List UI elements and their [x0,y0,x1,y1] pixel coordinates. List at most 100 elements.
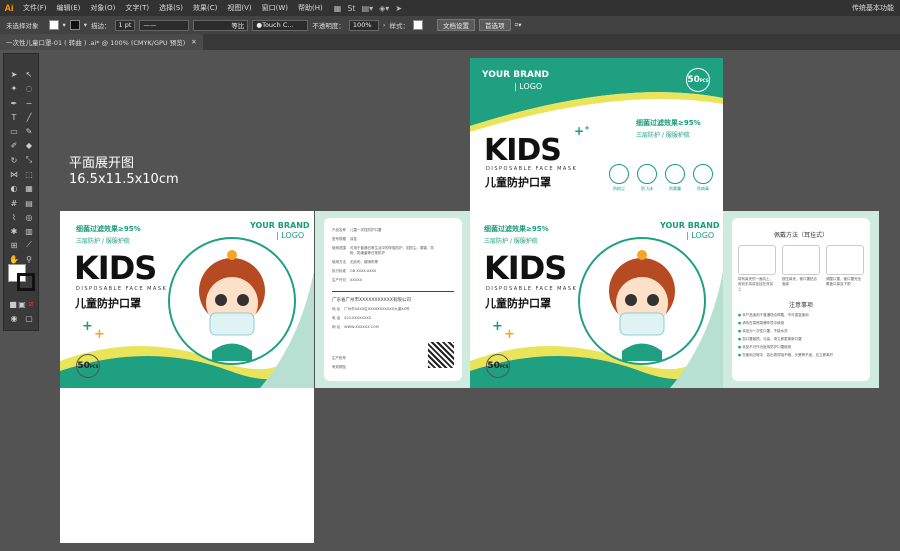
eraser-icon[interactable]: ◆ [23,139,35,151]
front-panel-right[interactable]: 细菌过滤效果≥95% 三层防护 / 服服护航 YOUR BRAND | LOGO… [470,211,723,388]
doc-setup-button[interactable]: 文档设置 [437,19,476,31]
mesh-tool-icon[interactable]: # [8,197,20,209]
bullet-icon: ● [738,321,742,325]
brush-select[interactable]: ● Touch C... [252,19,309,31]
draw-mode-icon[interactable]: ◉ [8,312,20,324]
arrange-icon[interactable]: ▤▾ [362,4,374,13]
feature-label: 防病毒 [697,186,709,191]
arrange-documents-icon[interactable]: ⌗▾ [515,21,522,30]
contact-value: WWW.XXXXXX.COM [344,325,379,329]
subtitle-cn: 儿童防护口罩 [485,176,551,189]
magic-wand-icon[interactable]: ✦ [8,82,20,94]
send-icon[interactable]: ➤ [395,4,402,13]
count-badge: 50 PCS [76,354,100,378]
paintbrush-icon[interactable]: ✎ [23,125,35,137]
menu-edit[interactable]: 编辑(E) [52,3,86,13]
step-illustration-icon [738,245,776,275]
fill-swatch[interactable] [48,20,59,30]
gpu-icon[interactable]: ◈▾ [379,4,389,13]
preferences-button[interactable]: 首选项 [479,19,511,31]
plus-icon: + [82,319,93,334]
feature-icons: 防粉尘 防飞沫 防雾霾 防病毒 [608,164,714,192]
control-bar: 未选择对象 ▾ ▾ 描边： 1 pt —— 等比 ● Touch C... 不透… [0,16,900,34]
variable-width-profile[interactable]: —— [139,19,190,31]
scale-tool-icon[interactable]: ⤡ [23,154,35,166]
feature-item: 防病毒 [692,164,714,192]
menu-help[interactable]: 帮助(H) [293,3,328,13]
stock-icon[interactable]: St [347,4,355,13]
info-key: 型号规格 [332,237,346,241]
opacity-label: 不透明度： [312,22,345,30]
brand-logo-text: | LOGO [686,231,715,240]
workspace-switcher[interactable]: 传统基本功能 [852,3,894,13]
rotate-tool-icon[interactable]: ↻ [8,154,20,166]
note-item: ● 本品为一次性口罩，不能水洗 [738,329,864,334]
chevron-right-icon[interactable]: › [383,21,386,29]
brush-profile[interactable]: 等比 [193,19,249,31]
info-row: 产品名称 儿童一次性防护口罩 [332,228,454,233]
chevron-down-icon[interactable]: ▾ [63,21,66,29]
lasso-icon[interactable]: ◌ [23,82,35,94]
feature-item: 防飞沫 [636,164,658,192]
top-flap-panel[interactable]: YOUR BRAND | LOGO 50 PCS KIDS DISPOSABLE … [470,58,723,211]
graph-tool-icon[interactable]: ▥ [23,225,35,237]
front-panel-left[interactable]: 细菌过滤效果≥95% 三层防护 / 服服护航 YOUR BRAND | LOGO… [60,211,314,388]
subtitle-cn: 儿童防护口罩 [485,297,551,310]
info-value: 耳挂 [350,237,357,241]
width-tool-icon[interactable]: ⋈ [8,168,20,180]
note-text: 在使用过程中，如出现呼吸不畅、头晕等不适，应立即离开 [742,353,834,357]
contact-key: 地 址 [332,307,341,311]
feature-label: 防粉尘 [613,186,625,191]
menu-file[interactable]: 文件(F) [18,3,52,13]
bridge-icon[interactable]: ▦ [334,4,342,13]
gradient-tool-icon[interactable]: ▤ [23,197,35,209]
eyedropper-icon[interactable]: ⌇ [8,211,20,223]
shape-builder-icon[interactable]: ◐ [8,182,20,194]
menu-effect[interactable]: 效果(C) [188,3,222,13]
selection-tool-icon[interactable]: ➤ [8,68,20,80]
slice-tool-icon[interactable]: ⟋ [23,239,35,251]
tagline: 三层防护 / 服服护航 [76,238,130,245]
close-icon[interactable]: ✕ [191,38,196,46]
symbol-sprayer-icon[interactable]: ✱ [8,225,20,237]
info-value: 可用于普通日常生活中的呼吸防护，如防尘、雾霾、防粉、防细菌等日常防护 [350,246,434,255]
chevron-down-icon[interactable]: ▾ [84,21,87,29]
blend-tool-icon[interactable]: ◎ [23,211,35,223]
info-row: 执行标准 GB XXXX-XXXX [332,269,454,274]
stroke-swatch[interactable] [69,20,80,30]
bottom-flap-panel[interactable] [60,388,314,543]
stroke-weight-field[interactable]: 1 pt [114,19,136,31]
artboard-tool-icon[interactable]: ⊞ [8,239,20,251]
none-mode-icon[interactable]: ⧄ [25,298,37,310]
perspective-grid-icon[interactable]: ▦ [23,182,35,194]
document-tab[interactable]: 一次性儿童口罩-01 ( 转曲 ) .ai* @ 100% (CMYK/GPU … [0,34,203,50]
contact-value: 020-XXXXXXXX [344,316,372,320]
count-unit: PCS [89,363,99,369]
free-transform-icon[interactable]: ⬚ [23,168,35,180]
style-swatch[interactable] [413,20,424,30]
menu-view[interactable]: 视图(V) [222,3,256,13]
step-illustration-icon [826,245,864,275]
menu-object[interactable]: 对象(O) [85,3,120,13]
menu-select[interactable]: 选择(S) [154,3,188,13]
screen-mode-icon[interactable]: ▢ [23,312,35,324]
spread-dimensions: 16.5x11.5x10cm [69,172,179,187]
stroke-box[interactable] [17,273,35,291]
direct-selection-tool-icon[interactable]: ↖ [23,68,35,80]
fill-stroke-control[interactable] [8,264,36,292]
contact-row: 网 址 WWW.XXXXXX.COM [332,325,454,330]
profile-label: 等比 [231,22,245,30]
curvature-tool-icon[interactable]: ∽ [23,97,35,109]
rectangle-tool-icon[interactable]: ▭ [8,125,20,137]
pen-tool-icon[interactable]: ✒ [8,97,20,109]
type-tool-icon[interactable]: T [8,111,20,123]
line-tool-icon[interactable]: ╱ [23,111,35,123]
side-instruction-panel[interactable]: 佩戴方法（耳挂式） 将有鼻夹的一面向上，用双手将耳挂挂在双耳上 按压鼻夹，使口罩… [723,211,879,388]
menu-type[interactable]: 文字(T) [120,3,154,13]
side-info-panel[interactable]: 产品名称 儿童一次性防护口罩 型号规格 耳挂 使用范围 可用于普通日常生活中的呼吸防护… [315,211,470,388]
shaper-tool-icon[interactable]: ✐ [8,139,20,151]
spread-title: 平面展开图 [69,156,135,171]
opacity-field[interactable]: 100% [348,19,379,31]
menu-window[interactable]: 窗口(W) [257,3,293,13]
info-key: 使用方法 [332,260,346,264]
